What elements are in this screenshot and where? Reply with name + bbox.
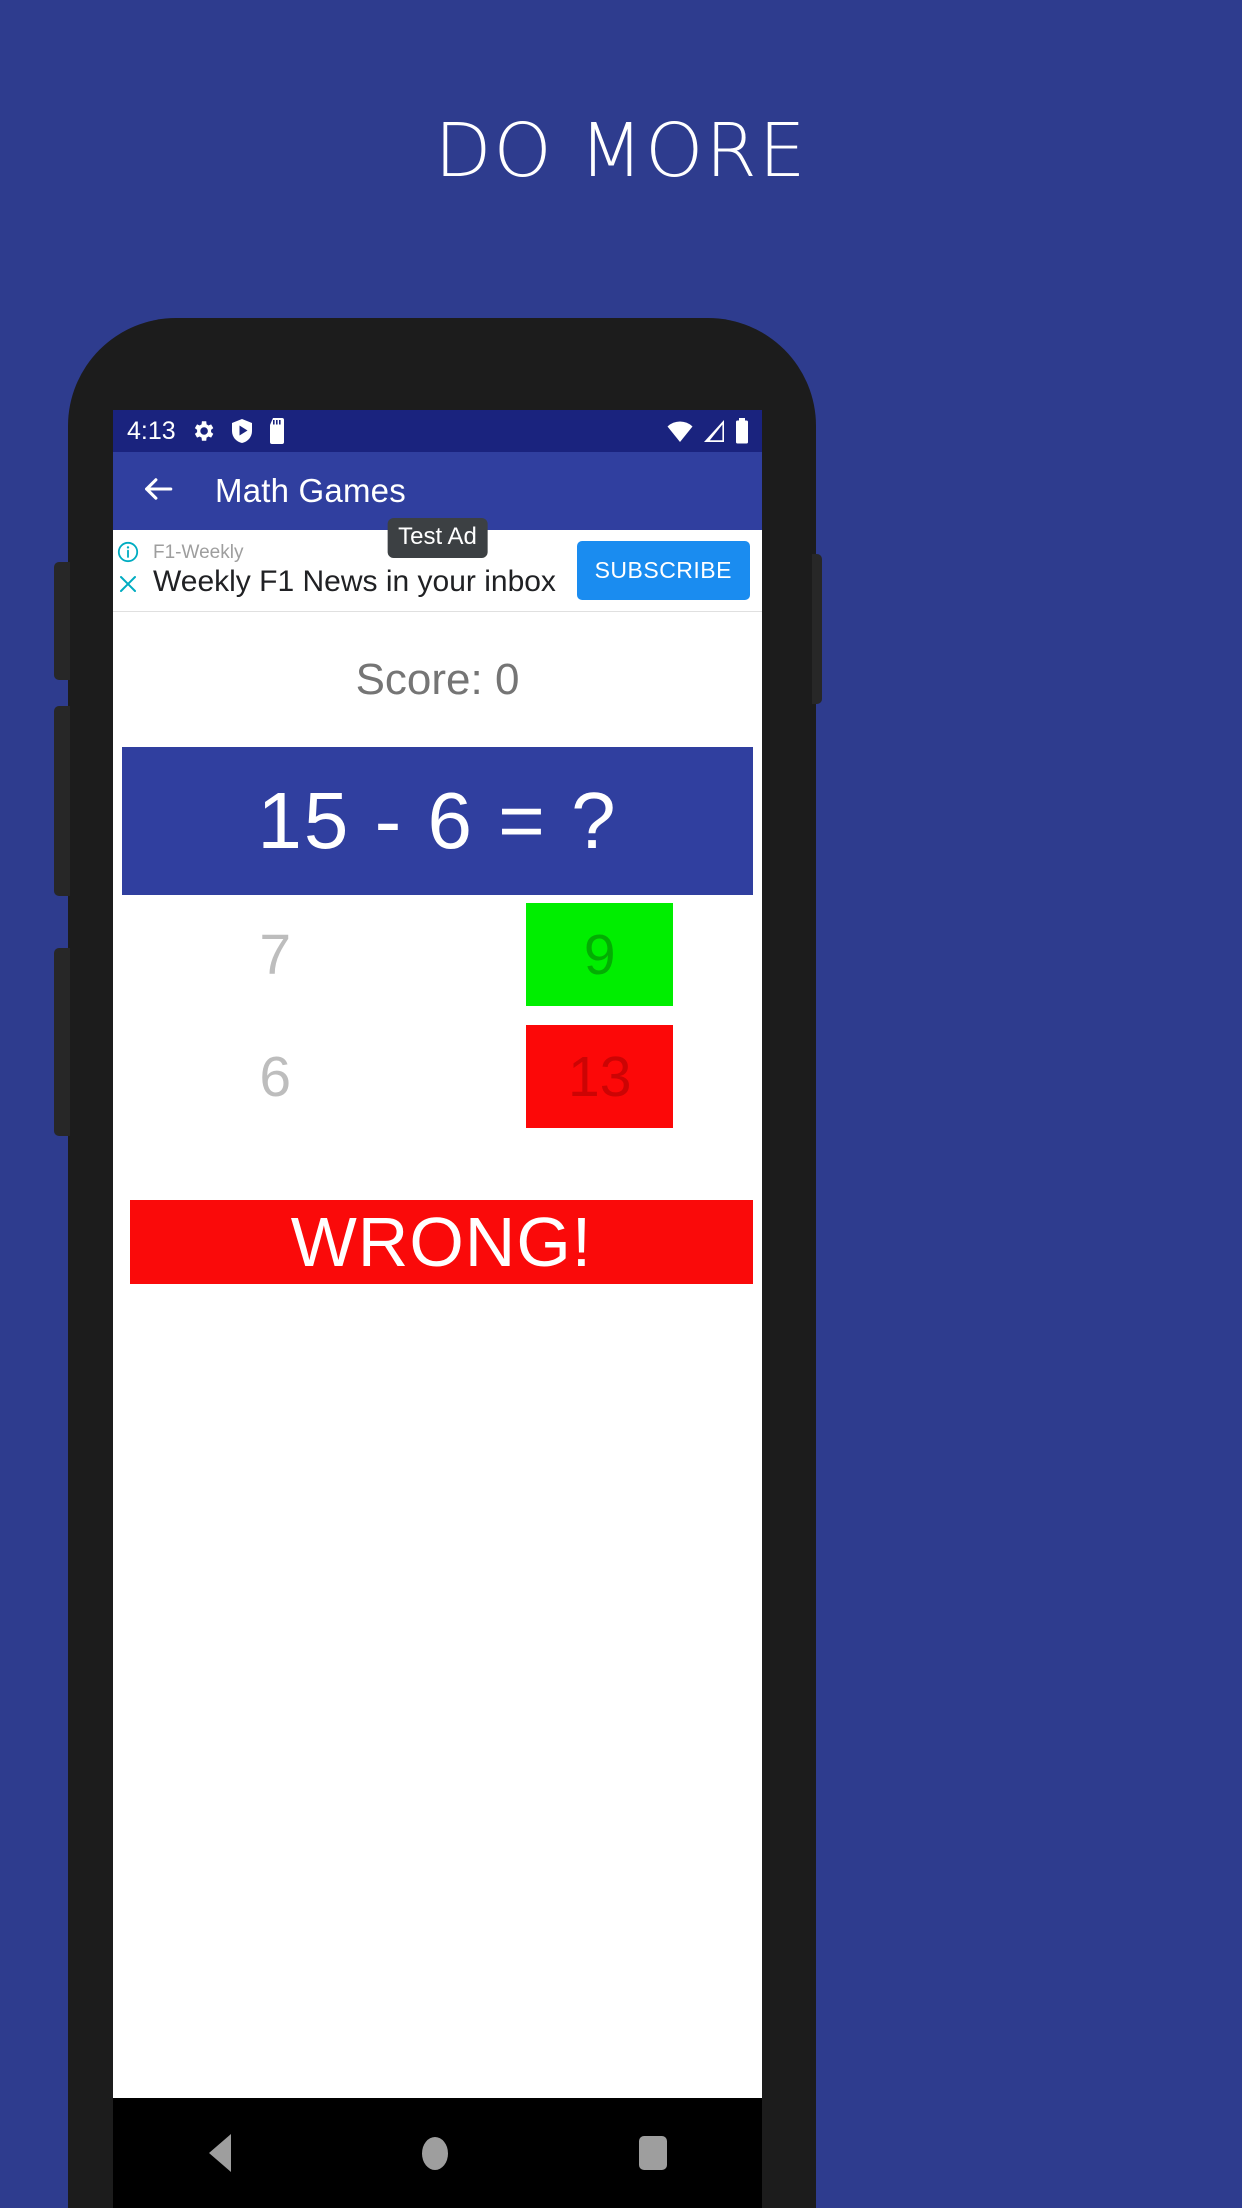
power-button[interactable] <box>54 948 70 1136</box>
ad-advertiser: F1-Weekly <box>153 541 244 563</box>
cellular-signal-icon <box>702 418 726 444</box>
back-triangle-icon[interactable] <box>208 2134 231 2172</box>
answer-grid: 7 9 6 13 <box>113 903 762 1128</box>
wifi-icon <box>666 418 694 444</box>
score-label: Score: 0 <box>355 654 520 704</box>
volume-down-button[interactable] <box>54 706 70 896</box>
right-side-button[interactable] <box>812 554 822 704</box>
status-time: 4:13 <box>127 416 176 445</box>
status-bar: 4:13 <box>113 410 762 452</box>
ad-controls <box>113 530 141 611</box>
question-text: 15 - 6 = ? <box>257 776 618 865</box>
answer-option-3[interactable]: 6 <box>113 1025 438 1128</box>
sd-card-icon <box>268 418 288 444</box>
question-band: 15 - 6 = ? <box>122 747 753 895</box>
answer-option-4[interactable]: 13 <box>526 1025 674 1128</box>
gear-icon <box>190 418 216 444</box>
battery-icon <box>734 418 750 444</box>
ad-headline: Weekly F1 News in your inbox <box>153 564 556 598</box>
phone-screen: 4:13 Math Games Test Ad F1-Weekly Weekly… <box>113 410 762 2098</box>
answer-option-2[interactable]: 9 <box>526 903 674 1006</box>
shield-play-icon <box>230 418 254 444</box>
volume-up-button[interactable] <box>54 562 70 680</box>
close-x-icon[interactable] <box>116 572 140 601</box>
verdict-banner: WRONG! <box>130 1200 753 1284</box>
game-area: Score: 0 15 - 6 = ? 7 9 6 13 WRONG! <box>113 612 762 2098</box>
promo-headline: DO MORE <box>434 108 808 194</box>
ad-banner[interactable]: Test Ad F1-Weekly Weekly F1 News in your… <box>113 518 762 612</box>
verdict-wrap: WRONG! <box>113 1200 762 1284</box>
status-bar-left: 4:13 <box>127 417 666 446</box>
status-bar-right <box>666 418 750 444</box>
verdict-text: WRONG! <box>290 1203 593 1281</box>
subscribe-button[interactable]: SUBSCRIBE <box>576 541 750 600</box>
info-circle-icon[interactable] <box>116 540 140 569</box>
home-circle-icon[interactable] <box>421 2136 448 2170</box>
back-arrow-icon[interactable] <box>141 472 175 511</box>
score-row: Score: 0 <box>113 612 762 747</box>
app-bar-title: Math Games <box>215 472 406 509</box>
test-ad-badge: Test Ad <box>387 518 488 558</box>
answer-option-1[interactable]: 7 <box>113 903 438 1006</box>
android-nav-bar <box>113 2098 762 2208</box>
ad-body: F1-Weekly Weekly F1 News in your inbox <box>141 542 577 600</box>
recents-square-icon[interactable] <box>638 2136 667 2170</box>
